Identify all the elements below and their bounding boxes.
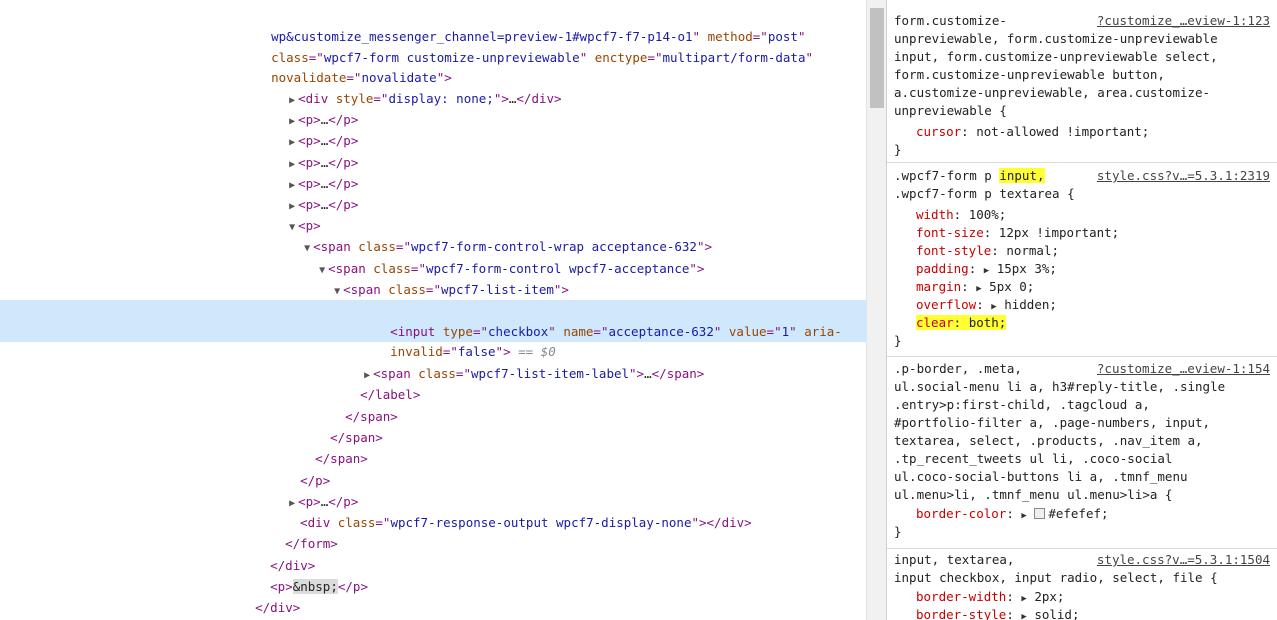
- css-declaration[interactable]: font-style: normal;: [916, 242, 1059, 260]
- dom-node-span-wrap[interactable]: ▼ <span class="wpcf7-form-control-wrap ac…: [0, 215, 866, 254]
- dom-close-span[interactable]: </span>: [0, 406, 866, 445]
- expand-shorthand-icon[interactable]: ▶: [984, 266, 989, 276]
- expand-shorthand-icon[interactable]: ▶: [991, 302, 996, 312]
- css-rule-border-color: ?customize_…eview-1:154 .p-border, .meta…: [887, 357, 1277, 549]
- rule-selector[interactable]: ul.social-menu li a, h3#reply-title, .si…: [894, 378, 1225, 396]
- dom-node-response-output[interactable]: <div class="wpcf7-response-output wpcf7-…: [0, 491, 866, 530]
- css-declaration[interactable]: margin: ▶ 5px 0;: [916, 278, 1034, 296]
- dom-node-clearfix[interactable]: ▶<div class="clearfix">…</div>: [0, 597, 866, 618]
- rule-selector[interactable]: form.customize-unpreviewable button,: [894, 66, 1165, 84]
- styles-panel: ?customize_…eview-1:123 form.customize- …: [886, 0, 1277, 620]
- css-declaration[interactable]: font-size: 12px !important;: [916, 224, 1119, 242]
- rule-selector[interactable]: unpreviewable {: [894, 102, 1007, 120]
- dom-line-form-class[interactable]: class="wpcf7-form customize-unpreviewabl…: [0, 26, 866, 65]
- dom-node-p[interactable]: ▶ <p>…</p>: [0, 88, 866, 127]
- dom-node-span-label[interactable]: ▶ <span class="wpcf7-list-item-label">…</…: [0, 342, 866, 381]
- highlighted-selector: input,: [999, 168, 1045, 183]
- rule-selector[interactable]: input checkbox, input radio, select, fil…: [894, 569, 1218, 587]
- rule-selector[interactable]: .p-border, .meta,: [894, 360, 1022, 378]
- dom-close-div[interactable]: </div>: [0, 534, 866, 573]
- dom-close-form[interactable]: </form>: [0, 512, 866, 551]
- dom-close-span[interactable]: </span>: [0, 427, 866, 466]
- dom-node-input-selected[interactable]: <input type="checkbox" name="acceptance-…: [0, 300, 866, 359]
- dom-node-p[interactable]: ▶ <p>…</p>: [0, 131, 866, 170]
- dom-close-p[interactable]: </p>: [0, 449, 866, 488]
- expand-shorthand-icon[interactable]: ▶: [1021, 511, 1026, 521]
- rule-selector[interactable]: ul.menu>li, .tmnf_menu ul.menu>li>a {: [894, 486, 1172, 504]
- rule-selector[interactable]: #portfolio-filter a, .page-numbers, inpu…: [894, 414, 1210, 432]
- dom-line-form-novalidate[interactable]: novalidate="novalidate">: [0, 46, 866, 85]
- dom-node-p[interactable]: ▶ <p>…</p>: [0, 173, 866, 212]
- rule-source-link[interactable]: ?customize_…eview-1:154: [1097, 360, 1270, 378]
- rule-source-link[interactable]: style.css?v…=5.3.1:2319: [1097, 167, 1270, 185]
- rule-selector[interactable]: textarea, select, .products, .nav_item a…: [894, 432, 1203, 450]
- css-declaration-highlighted[interactable]: clear: both;: [916, 314, 1007, 332]
- css-declaration[interactable]: width: 100%;: [916, 206, 1006, 224]
- rule-selector[interactable]: ul.coco-social-buttons li a, .tmnf_menu: [894, 468, 1188, 486]
- rule-close-brace: }: [894, 142, 902, 157]
- dom-node-p[interactable]: ▶ <p>…</p>: [0, 109, 866, 148]
- color-swatch[interactable]: [1034, 508, 1046, 519]
- expand-shorthand-icon[interactable]: ▶: [976, 284, 981, 294]
- css-declaration[interactable]: border-width: ▶ 2px;: [916, 588, 1064, 606]
- rule-selector[interactable]: a.customize-unpreviewable, area.customiz…: [894, 84, 1210, 102]
- elements-scrollbar[interactable]: [866, 0, 886, 620]
- dom-node-div-hidden[interactable]: ▶ <div style="display: none;">…</div>: [0, 67, 866, 106]
- rule-selector[interactable]: .entry>p:first-child, .tagcloud a,: [894, 396, 1150, 414]
- css-rule-wpcf7-form-input: style.css?v…=5.3.1:2319 .wpcf7-form p in…: [887, 163, 1277, 357]
- dom-node-p-nbsp[interactable]: <p>&nbsp;</p>: [0, 555, 866, 594]
- dom-node-p[interactable]: ▶ <p>…</p>: [0, 152, 866, 191]
- dom-node-p-open[interactable]: ▼ <p>: [0, 194, 866, 233]
- dom-node-span-control[interactable]: ▼ <span class="wpcf7-form-control wpcf7-a…: [0, 237, 866, 276]
- css-rule-customize-unpreviewable: ?customize_…eview-1:123 form.customize- …: [887, 0, 1277, 163]
- rule-selector[interactable]: .wpcf7-form p textarea {: [894, 185, 1075, 203]
- dom-node-p[interactable]: ▶ <p>…</p>: [0, 470, 866, 509]
- dom-close-div[interactable]: </div>: [0, 576, 866, 615]
- expand-shorthand-icon[interactable]: ▶: [1021, 612, 1026, 620]
- rule-selector[interactable]: input, form.customize-unpreviewable sele…: [894, 48, 1218, 66]
- rule-close-brace: }: [894, 524, 902, 539]
- rule-selector[interactable]: form.customize-: [894, 12, 1007, 30]
- rule-source-link[interactable]: style.css?v…=5.3.1:1504: [1097, 551, 1270, 569]
- expand-shorthand-icon[interactable]: ▶: [1021, 594, 1026, 604]
- scrollbar-thumb[interactable]: [870, 8, 884, 108]
- dom-line-form-action[interactable]: wp&customize_messenger_channel=preview-1…: [0, 5, 866, 44]
- rule-selector[interactable]: input, textarea,: [894, 551, 1014, 569]
- rule-selector[interactable]: .tp_recent_tweets ul li, .coco-social: [894, 450, 1172, 468]
- css-declaration[interactable]: overflow: ▶ hidden;: [916, 296, 1057, 314]
- css-declaration[interactable]: border-style: ▶ solid;: [916, 606, 1079, 620]
- elements-panel: wp&customize_messenger_channel=preview-1…: [0, 0, 866, 620]
- css-declaration[interactable]: cursor: not-allowed !important;: [916, 123, 1149, 141]
- rule-source-link[interactable]: ?customize_…eview-1:123: [1097, 12, 1270, 30]
- dom-node-label[interactable]: ▼<label>: [0, 279, 866, 318]
- rule-close-brace: }: [894, 333, 902, 348]
- dom-node-span-list-item[interactable]: ▼ <span class="wpcf7-list-item">: [0, 258, 866, 297]
- css-rule-input-textarea: style.css?v…=5.3.1:1504 input, textarea,…: [887, 549, 1277, 620]
- dom-close-span[interactable]: </span>: [0, 385, 866, 424]
- rule-selector[interactable]: .wpcf7-form p input,: [894, 167, 1045, 185]
- dom-close-label[interactable]: </label>: [0, 363, 866, 402]
- css-declaration[interactable]: padding: ▶ 15px 3%;: [916, 260, 1057, 278]
- rule-selector[interactable]: unpreviewable, form.customize-unpreviewa…: [894, 30, 1218, 48]
- css-declaration[interactable]: border-color: ▶ #efefef;: [916, 505, 1109, 523]
